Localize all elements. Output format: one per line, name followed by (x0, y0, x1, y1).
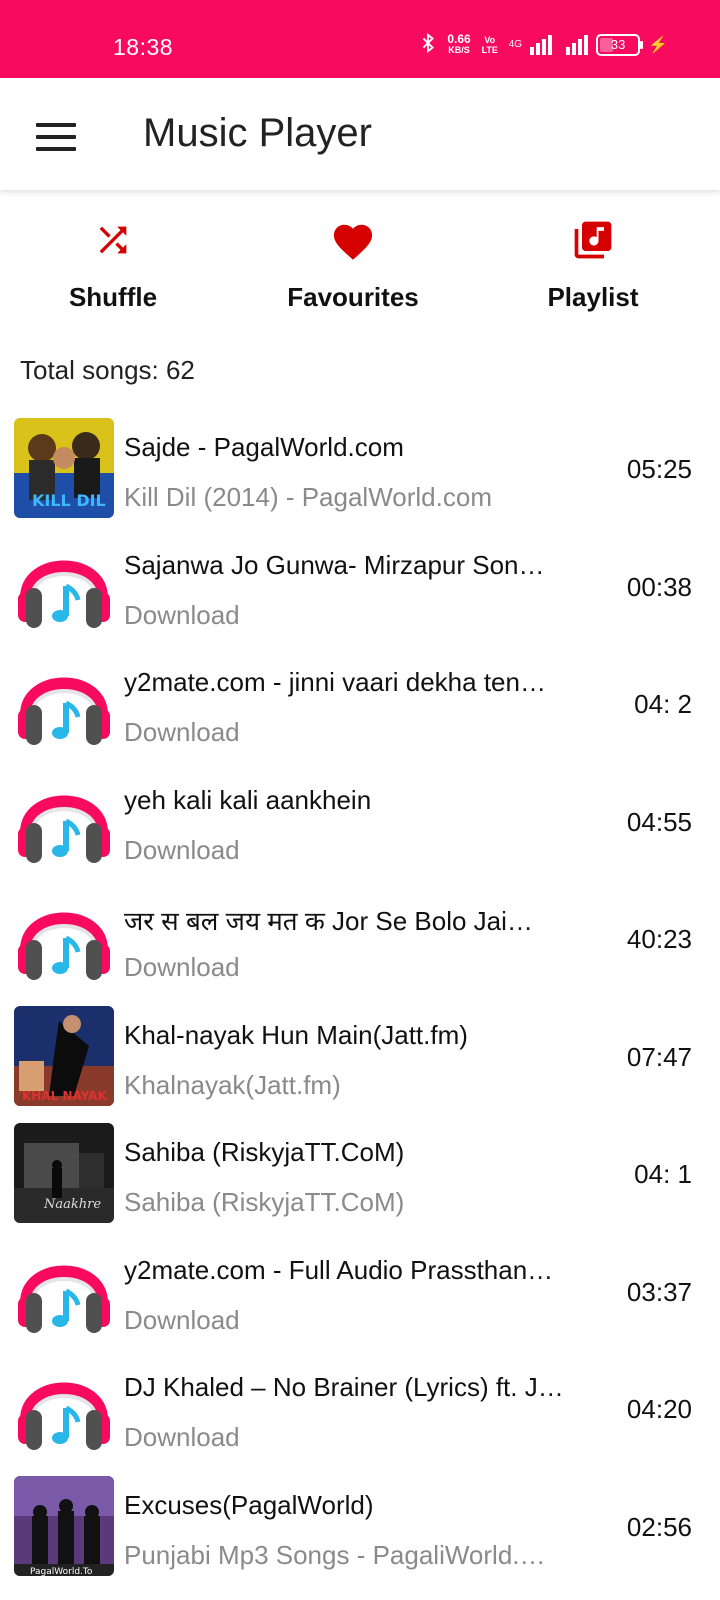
song-row[interactable]: yeh kali kali aankhein Download 04:55 (0, 771, 720, 889)
favourites-label: Favourites (287, 282, 419, 312)
song-subtitle: Download (124, 1422, 240, 1452)
song-subtitle: Download (124, 834, 240, 865)
song-row[interactable]: KILL DIL Sajde - PagalWorld.com Kill Dil… (0, 418, 720, 536)
playlist-label: Playlist (547, 282, 639, 312)
song-subtitle: Download (124, 1304, 240, 1335)
song-title: Khal-nayak Hun Main(Jatt.fm) (124, 1019, 468, 1050)
song-duration: 04: 2 (634, 689, 692, 719)
song-row[interactable]: जर स बल जय मत क Jor Se Bolo Jai… Downloa… (0, 888, 720, 1006)
svg-text:KILL DIL: KILL DIL (32, 491, 106, 510)
svg-text:KHAL NAYAK: KHAL NAYAK (22, 1089, 107, 1103)
app-bar: Music Player (0, 78, 720, 190)
song-subtitle: Punjabi Mp3 Songs - PagaliWorld.… (124, 1539, 546, 1570)
song-duration: 00:38 (626, 571, 692, 602)
song-title: Excuses(PagalWorld) (124, 1489, 374, 1520)
song-subtitle: Download (124, 717, 240, 747)
signal-icon (530, 34, 553, 55)
song-subtitle: Sahiba (RiskyjaTT.CoM) (124, 1187, 405, 1217)
song-duration: 04:55 (626, 806, 692, 837)
svg-text:PagalWorld.To: PagalWorld.To (30, 1567, 93, 1576)
playlist-icon (493, 210, 693, 270)
song-row[interactable]: y2mate.com - jinni vaari dekha ten… Down… (0, 653, 720, 771)
shuffle-label: Shuffle (68, 282, 158, 312)
heart-icon (253, 210, 453, 270)
album-art: Naakhre (14, 1123, 114, 1223)
shuffle-button[interactable]: Shuffle (13, 200, 213, 320)
net-speed: 0.66 KB/S (447, 31, 471, 55)
status-bar: 18:38 0.66 KB/S Vo LTE 4G 33 ⚡ (0, 0, 720, 78)
charging-icon: ⚡ (648, 36, 668, 54)
battery-icon: 33 (596, 33, 644, 56)
song-row[interactable]: Sajanwa Jo Gunwa- Mirzapur Son… Download… (0, 536, 720, 654)
status-icons: 0.66 KB/S Vo LTE 4G 33 ⚡ (417, 32, 668, 57)
song-duration: 02:56 (626, 1511, 692, 1542)
song-title: DJ Khaled – No Brainer (Lyrics) ft. J… (124, 1372, 564, 1402)
song-subtitle: Kill Dil (2014) - PagalWorld.com (124, 482, 492, 512)
headphones-icon (14, 653, 114, 753)
song-list: KILL DIL Sajde - PagalWorld.com Kill Dil… (0, 418, 720, 1593)
status-time: 18:38 (113, 34, 174, 60)
song-subtitle: Khalnayak(Jatt.fm) (124, 1069, 341, 1100)
total-songs: Total songs: 62 (20, 355, 195, 385)
song-duration: 07:47 (626, 1041, 692, 1072)
song-title: जर स बल जय मत क Jor Se Bolo Jai… (124, 906, 533, 936)
headphones-icon (14, 1358, 114, 1458)
song-title: y2mate.com - jinni vaari dekha ten… (124, 667, 546, 697)
song-subtitle: Download (124, 952, 240, 982)
volte-indicator: Vo LTE (481, 34, 498, 55)
shuffle-icon (13, 210, 213, 270)
song-duration: 04: 1 (634, 1159, 692, 1189)
song-duration: 05:25 (626, 454, 692, 484)
app-title: Music Player (143, 111, 372, 155)
song-row[interactable]: PagalWorld.To Excuses(PagalWorld) Punjab… (0, 1475, 720, 1594)
song-duration: 03:37 (626, 1276, 692, 1307)
song-row[interactable]: y2mate.com - Full Audio Prassthan… Downl… (0, 1241, 720, 1359)
song-row[interactable]: Naakhre Sahiba (RiskyjaTT.CoM) Sahiba (R… (0, 1123, 720, 1241)
song-row[interactable]: KHAL NAYAK Khal-nayak Hun Main(Jatt.fm) … (0, 1005, 720, 1124)
album-art: KILL DIL (14, 418, 114, 518)
album-art: KHAL NAYAK (14, 1005, 114, 1106)
song-title: Sajde - PagalWorld.com (124, 432, 404, 462)
menu-icon[interactable] (36, 123, 76, 151)
signal-icon-2 (566, 34, 589, 55)
song-title: yeh kali kali aankhein (124, 784, 372, 815)
favourites-button[interactable]: Favourites (253, 200, 453, 320)
song-title: Sajanwa Jo Gunwa- Mirzapur Son… (124, 549, 545, 580)
headphones-icon (14, 771, 114, 871)
bluetooth-icon (417, 32, 439, 57)
song-title: y2mate.com - Full Audio Prassthan… (124, 1254, 554, 1285)
headphones-icon (14, 888, 114, 988)
headphones-icon (14, 536, 114, 636)
song-duration: 04:20 (626, 1394, 692, 1424)
playlist-button[interactable]: Playlist (493, 200, 693, 320)
album-art: PagalWorld.To (14, 1475, 114, 1576)
network-label: 4G (508, 39, 523, 50)
song-row[interactable]: DJ Khaled – No Brainer (Lyrics) ft. J… D… (0, 1358, 720, 1476)
song-duration: 40:23 (626, 924, 692, 954)
svg-text:Naakhre: Naakhre (43, 1197, 101, 1212)
headphones-icon (14, 1241, 114, 1341)
song-subtitle: Download (124, 599, 240, 630)
song-title: Sahiba (RiskyjaTT.CoM) (124, 1137, 405, 1167)
